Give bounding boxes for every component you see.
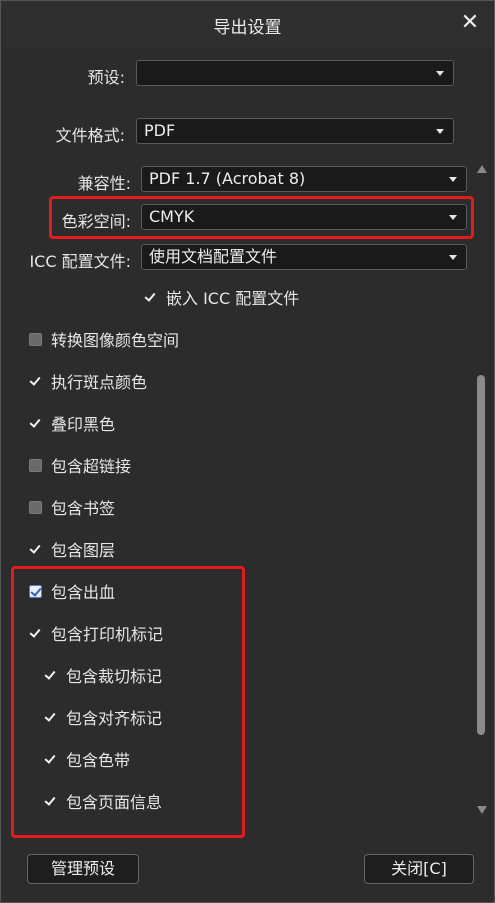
icc-profile-label: ICC 配置文件: — [29, 252, 131, 271]
checkbox-convert-image-colorspace[interactable]: 转换图像颜色空间 — [29, 326, 179, 352]
checkbox-overprint-black[interactable]: 叠印黑色 — [29, 410, 115, 436]
preset-label: 预设: — [87, 68, 125, 87]
checkbox-spot-colors[interactable]: 执行斑点颜色 — [29, 368, 147, 394]
icc-profile-value: 使用文档配置文件 — [149, 247, 278, 266]
checkbox-label: 执行斑点颜色 — [51, 373, 148, 392]
compatibility-select[interactable]: PDF 1.7 (Acrobat 8) — [141, 166, 467, 192]
compatibility-value: PDF 1.7 (Acrobat 8) — [149, 169, 306, 188]
checkbox-label: 嵌入 ICC 配置文件 — [166, 289, 300, 308]
checkbox-embed-icc[interactable]: 嵌入 ICC 配置文件 — [144, 284, 299, 310]
checkmark-icon[interactable] — [29, 375, 42, 388]
close-button[interactable]: 关闭[C] — [364, 854, 474, 884]
file-format-select[interactable]: PDF — [136, 118, 454, 144]
file-format-label: 文件格式: — [55, 126, 125, 145]
checkbox-box[interactable] — [29, 500, 42, 514]
checkbox-label: 包含书签 — [51, 499, 116, 518]
marks-highlight — [11, 566, 245, 838]
export-settings-dialog: 导出设置 ✕ 预设: 文件格式: PDF 兼容性: PDF 1.7 (Acrob… — [0, 0, 495, 903]
checkbox-box[interactable] — [29, 458, 42, 472]
chevron-down-icon — [449, 177, 457, 182]
checkmark-icon[interactable] — [144, 291, 157, 304]
checkbox-label: 叠印黑色 — [51, 415, 116, 434]
scrollbar[interactable] — [475, 161, 487, 821]
manage-presets-button[interactable]: 管理预设 — [27, 854, 139, 884]
checkmark-icon[interactable] — [29, 543, 42, 556]
dialog-title: 导出设置 — [213, 18, 282, 38]
checkbox-layers[interactable]: 包含图层 — [29, 536, 115, 562]
checkbox-label: 包含图层 — [51, 541, 116, 560]
icc-profile-select[interactable]: 使用文档配置文件 — [141, 244, 467, 270]
compatibility-label: 兼容性: — [77, 174, 131, 193]
color-space-highlight — [49, 196, 474, 239]
chevron-down-icon — [436, 71, 444, 76]
chevron-down-icon — [449, 255, 457, 260]
checkbox-label: 转换图像颜色空间 — [51, 331, 180, 350]
checkbox-label: 包含超链接 — [51, 457, 132, 476]
scrollbar-thumb[interactable] — [477, 375, 485, 735]
file-format-value: PDF — [144, 121, 176, 140]
chevron-down-icon — [436, 129, 444, 134]
checkbox-bookmarks[interactable]: 包含书签 — [29, 494, 115, 520]
preset-select[interactable] — [136, 60, 454, 86]
scroll-up-icon[interactable] — [477, 165, 487, 173]
checkbox-box[interactable] — [29, 332, 42, 346]
checkbox-hyperlinks[interactable]: 包含超链接 — [29, 452, 131, 478]
checkmark-icon[interactable] — [29, 417, 42, 430]
titlebar: 导出设置 ✕ — [1, 1, 494, 47]
scroll-down-icon[interactable] — [477, 806, 487, 814]
close-icon[interactable]: ✕ — [458, 11, 482, 35]
